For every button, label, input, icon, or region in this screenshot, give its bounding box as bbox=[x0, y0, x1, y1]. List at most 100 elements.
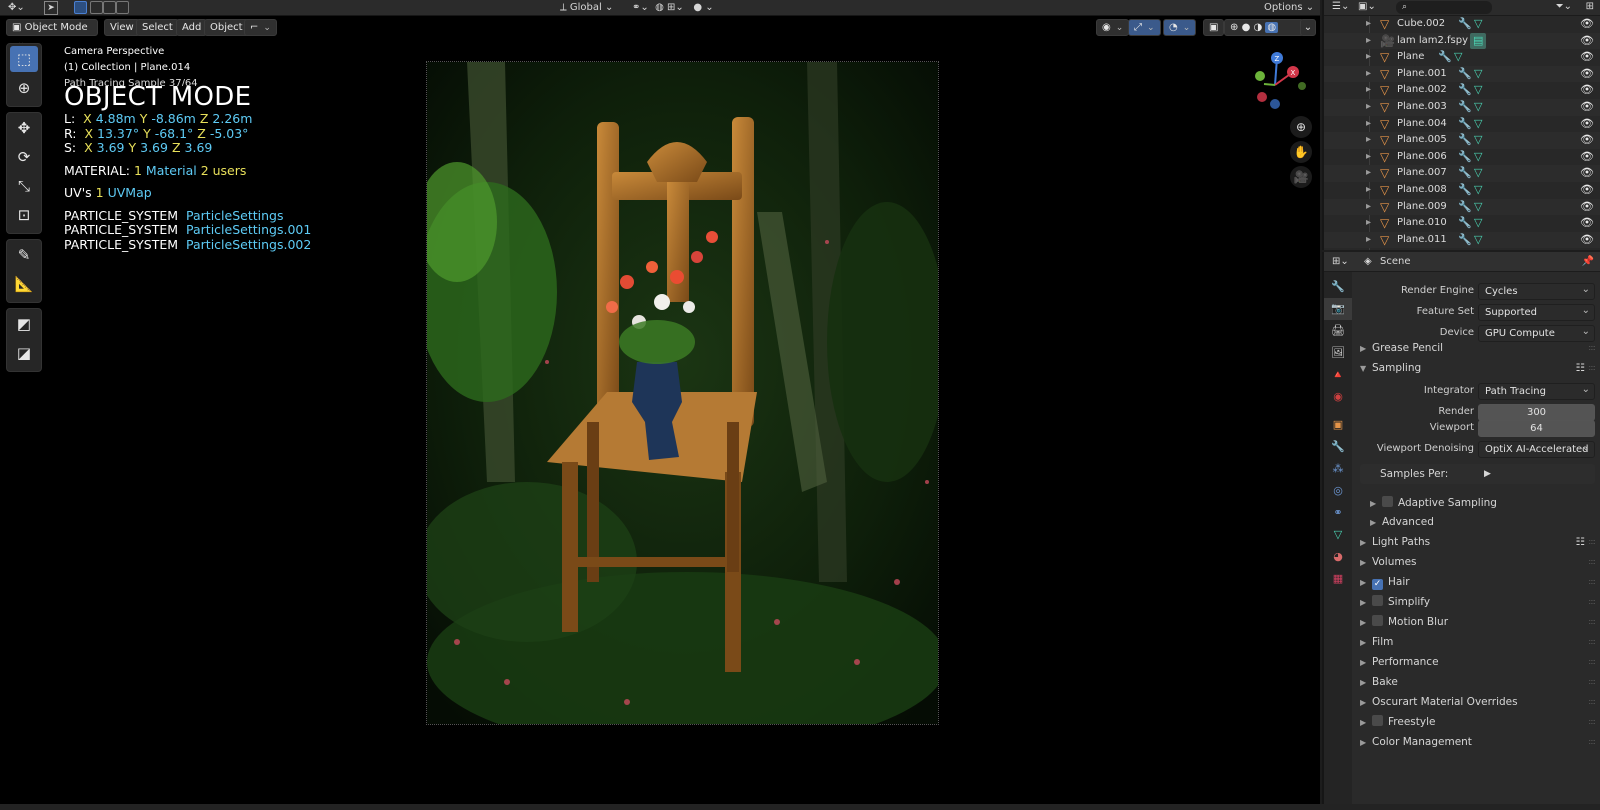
modifier-wrench-icon[interactable]: 🔧 bbox=[1458, 82, 1472, 99]
mesh-data-icon[interactable]: ▽ bbox=[1474, 16, 1482, 33]
presets-list-icon[interactable]: ☷ bbox=[1576, 532, 1585, 552]
outliner-row[interactable]: ▸ ▽ Plane 🔧 ▽ 👁 bbox=[1324, 49, 1600, 66]
modifier-wrench-icon[interactable]: 🔧 bbox=[1458, 66, 1472, 83]
view-layer-tab-icon[interactable]: 🖼 bbox=[1324, 342, 1352, 364]
object-mode-dropdown[interactable]: ▣ Object Mode bbox=[6, 19, 98, 36]
simplify-checkbox[interactable] bbox=[1372, 595, 1383, 606]
expand-arrow-icon[interactable]: ▸ bbox=[1366, 132, 1371, 149]
select-menu[interactable]: Select bbox=[136, 19, 179, 36]
visibility-eye-icon[interactable]: 👁 bbox=[1580, 215, 1594, 232]
expand-arrow-icon[interactable]: ▸ bbox=[1366, 99, 1371, 116]
motion-blur-checkbox[interactable] bbox=[1372, 615, 1383, 626]
object-tab-icon[interactable]: ▣ bbox=[1324, 414, 1352, 436]
volumes-panel[interactable]: ▶ Volumes:::: bbox=[1360, 552, 1596, 572]
outliner-search-input[interactable]: ⌕ bbox=[1396, 1, 1492, 14]
mesh-data-icon[interactable]: ▽ bbox=[1474, 82, 1482, 99]
expand-arrow-icon[interactable]: ▸ bbox=[1366, 165, 1371, 182]
modifier-wrench-icon[interactable]: 🔧 bbox=[1458, 132, 1472, 149]
color-management-panel[interactable]: ▶ Color Management:::: bbox=[1360, 732, 1596, 752]
editor-type-icon[interactable]: ✥⌄ bbox=[8, 1, 25, 15]
expand-arrow-icon[interactable]: ▸ bbox=[1366, 66, 1371, 83]
gizmo-toggle[interactable]: ⤢ bbox=[1128, 19, 1161, 36]
mesh-data-icon[interactable]: ▽ bbox=[1474, 149, 1482, 166]
add-primitive-tool-icon[interactable]: ◪ bbox=[10, 340, 38, 366]
solid-shading-icon[interactable]: ● bbox=[1242, 22, 1251, 33]
visibility-eye-icon[interactable]: 👁 bbox=[1580, 99, 1594, 116]
expand-arrow-icon[interactable]: ▸ bbox=[1366, 149, 1371, 166]
outliner-row[interactable]: ▸ ▽ Plane.009 🔧 ▽ 👁 bbox=[1324, 198, 1600, 216]
oscurart-panel[interactable]: ▶ Oscurart Material Overrides:::: bbox=[1360, 692, 1596, 712]
expand-arrow-icon[interactable]: ▸ bbox=[1366, 82, 1371, 99]
hair-checkbox[interactable]: ✓ bbox=[1372, 579, 1383, 590]
output-tab-icon[interactable]: 🖨 bbox=[1324, 320, 1352, 342]
simplify-panel[interactable]: ▶ Simplify:::: bbox=[1360, 592, 1596, 612]
expand-arrow-icon[interactable]: ▸ bbox=[1366, 16, 1371, 33]
mesh-data-icon[interactable]: ▽ bbox=[1474, 232, 1482, 249]
visibility-eye-icon[interactable]: 👁 bbox=[1580, 165, 1594, 182]
xray-toggle[interactable]: ▣ bbox=[1203, 19, 1225, 36]
properties-editor-type-icon[interactable]: ⊞⌄ bbox=[1332, 252, 1349, 272]
freestyle-panel[interactable]: ▶ Freestyle:::: bbox=[1360, 712, 1596, 732]
grease-pencil-panel[interactable]: ▶ Grease Pencil:::: bbox=[1360, 338, 1596, 358]
outliner-row[interactable]: ▸ ▽ Plane.002 🔧 ▽ 👁 bbox=[1324, 82, 1600, 99]
visibility-eye-icon[interactable]: 👁 bbox=[1580, 149, 1594, 166]
filter-icon[interactable]: ⏷⌄ bbox=[1556, 1, 1572, 12]
physics-tab-icon[interactable]: ◎ bbox=[1324, 480, 1352, 502]
scale-tool-icon[interactable]: ⤡ bbox=[10, 173, 38, 199]
modifier-wrench-icon[interactable]: 🔧 bbox=[1458, 232, 1472, 249]
visibility-dropdown[interactable]: ◉ bbox=[1096, 19, 1130, 36]
expand-arrow-icon[interactable]: ▸ bbox=[1366, 33, 1371, 50]
pivot-snap-icons[interactable]: ⚭⌄ ◍ ⊞⌄ ● ⌄ bbox=[632, 1, 714, 15]
3d-viewport[interactable]: ▣ Object Mode View Select Add Object ⌐ ◉… bbox=[0, 16, 1320, 804]
light-paths-panel[interactable]: ▶ Light Paths ☷:::: bbox=[1360, 532, 1596, 552]
outliner-row[interactable]: ▸ ▽ Cube.002 🔧 ▽ 👁 bbox=[1324, 16, 1600, 33]
outliner-row[interactable]: ▸ ▽ Plane.010 🔧 ▽ 👁 bbox=[1324, 215, 1600, 232]
mesh-data-icon[interactable]: ▽ bbox=[1454, 49, 1462, 66]
camera-data-icon[interactable]: ▤ bbox=[1470, 32, 1487, 50]
wireframe-shading-icon[interactable]: ⊕ bbox=[1230, 22, 1238, 33]
texture-tab-icon[interactable]: ▦ bbox=[1324, 568, 1352, 590]
select-box-tool-icon[interactable]: ⬚ bbox=[10, 46, 38, 72]
expand-arrow-icon[interactable]: ▸ bbox=[1366, 232, 1371, 249]
visibility-eye-icon[interactable]: 👁 bbox=[1580, 182, 1594, 199]
viewport-denoising-select[interactable]: OptiX AI-Accelerated bbox=[1478, 440, 1595, 458]
move-tool-icon[interactable]: ✥ bbox=[10, 115, 38, 141]
adaptive-sampling-subpanel[interactable]: ▶ Adaptive Sampling bbox=[1370, 493, 1600, 513]
performance-panel[interactable]: ▶ Performance:::: bbox=[1360, 652, 1596, 672]
select-tool-icon[interactable]: ➤ bbox=[44, 1, 58, 15]
render-tab-icon[interactable]: 📷 bbox=[1324, 298, 1352, 320]
outliner-display-icon[interactable]: ☰⌄ bbox=[1332, 1, 1349, 12]
mesh-data-icon[interactable]: ▽ bbox=[1474, 165, 1482, 182]
rendered-shading-icon[interactable]: ◍ bbox=[1265, 22, 1279, 33]
camera-view-icon[interactable]: 🎥 bbox=[1290, 166, 1312, 188]
expand-arrow-icon[interactable]: ▸ bbox=[1366, 199, 1371, 216]
mesh-data-icon[interactable]: ▽ bbox=[1474, 215, 1482, 232]
shading-modes[interactable]: ⊕ ● ◑ ◍ bbox=[1224, 19, 1304, 36]
y-axis-handle[interactable] bbox=[1255, 71, 1265, 81]
modifier-wrench-icon[interactable]: 🔧 bbox=[1458, 215, 1472, 232]
outliner-row[interactable]: ▸ ▽ Plane.003 🔧 ▽ 👁 bbox=[1324, 98, 1600, 116]
annotate-tool-icon[interactable]: ✎ bbox=[10, 242, 38, 268]
selection-mode-icons[interactable] bbox=[74, 1, 130, 15]
tool-tab-icon[interactable]: 🔧 bbox=[1324, 276, 1352, 298]
hair-panel[interactable]: ▶ ✓ Hair:::: bbox=[1360, 572, 1596, 592]
mesh-data-icon[interactable]: ▽ bbox=[1474, 199, 1482, 216]
modifier-tab-icon[interactable]: 🔧 bbox=[1324, 436, 1352, 458]
shading-options-dropdown[interactable]: ⌄ bbox=[1300, 19, 1316, 36]
outliner-filter-view-icon[interactable]: ▣⌄ bbox=[1358, 1, 1376, 12]
particles-tab-icon[interactable]: ⁂ bbox=[1324, 458, 1352, 480]
pan-hand-icon[interactable]: ✋ bbox=[1290, 141, 1312, 163]
constraints-tab-icon[interactable]: ⚭ bbox=[1324, 502, 1352, 524]
visibility-eye-icon[interactable]: 👁 bbox=[1580, 66, 1594, 83]
modifier-wrench-icon[interactable]: 🔧 bbox=[1458, 182, 1472, 199]
object-menu[interactable]: Object bbox=[204, 19, 249, 36]
modifier-wrench-icon[interactable]: 🔧 bbox=[1458, 149, 1472, 166]
material-tab-icon[interactable]: ◕ bbox=[1324, 546, 1352, 568]
rotate-tool-icon[interactable]: ⟳ bbox=[10, 144, 38, 170]
freestyle-checkbox[interactable] bbox=[1372, 715, 1383, 726]
adaptive-sampling-checkbox[interactable] bbox=[1382, 496, 1393, 507]
measure-tool-icon[interactable]: 📐 bbox=[10, 271, 38, 297]
cursor-tool-icon[interactable]: ⊕ bbox=[10, 75, 38, 101]
navigation-gizmo[interactable]: Z X bbox=[1240, 50, 1310, 120]
presets-list-icon[interactable]: ☷ bbox=[1576, 358, 1585, 378]
